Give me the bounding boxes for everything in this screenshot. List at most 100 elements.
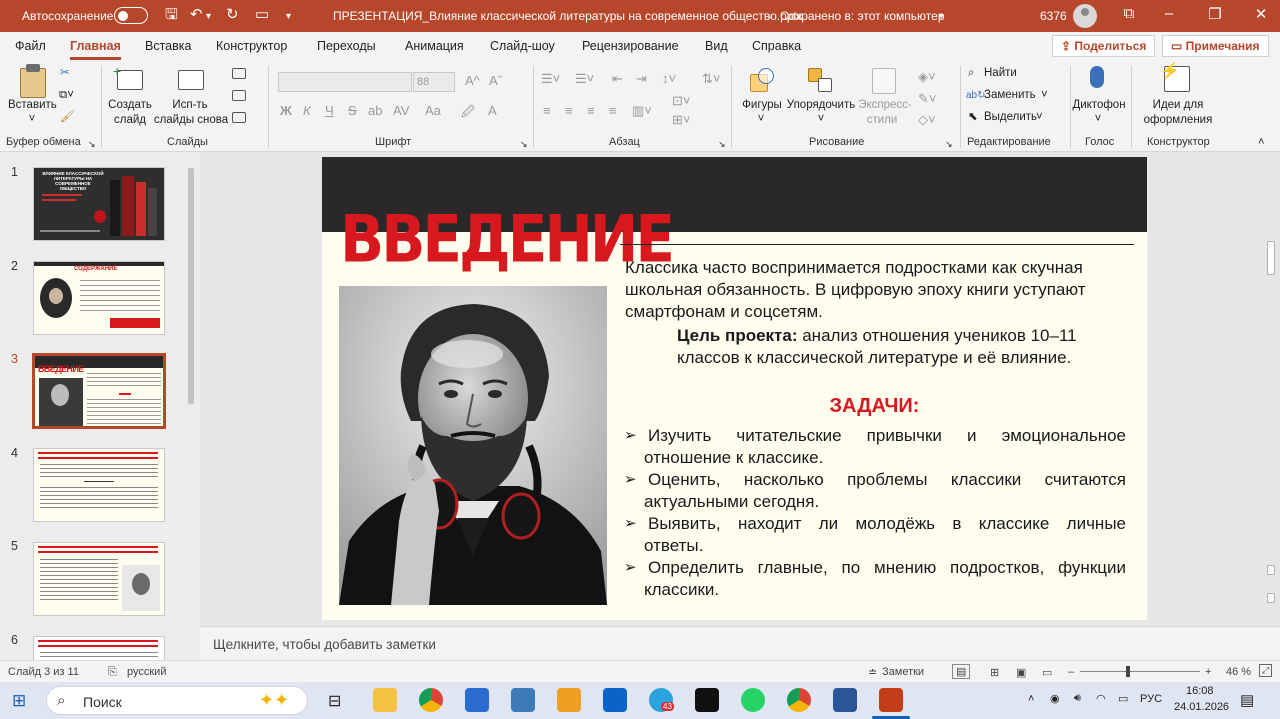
slide-thumbnail-2[interactable]: СОДЕРЖАНИЕ — [33, 261, 165, 335]
design-ideas-button[interactable]: Идеи для — [1142, 98, 1214, 113]
bullets-icon[interactable]: ☰˅ — [541, 71, 560, 87]
powerpoint-icon[interactable] — [879, 688, 903, 712]
tab-animations[interactable]: Анимация — [405, 39, 464, 53]
slide-thumbnail-3[interactable]: ВВЕДЕНИЕ — [32, 353, 166, 429]
replace-button[interactable]: Заменить — [984, 88, 1036, 103]
reuse-slides-icon[interactable] — [178, 70, 204, 90]
notes-placeholder[interactable]: Щелкните, чтобы добавить заметки — [213, 637, 436, 652]
zoom-out-icon[interactable]: – — [1068, 666, 1074, 678]
present-icon[interactable]: ▭ — [255, 6, 269, 24]
zoom-in-icon[interactable]: + — [1205, 666, 1211, 678]
collapse-ribbon-icon[interactable]: ˄ — [1258, 135, 1264, 150]
task-item-2[interactable]: ➢ Оценить, насколько проблемы классики с… — [624, 469, 1126, 513]
zoom-level[interactable]: 46 % — [1226, 666, 1251, 678]
ribbon-display-icon[interactable]: ⧉ — [1119, 5, 1139, 22]
portrait-image[interactable] — [339, 286, 607, 605]
find-icon[interactable]: ⌕ — [968, 66, 974, 81]
whatsapp-icon[interactable] — [741, 688, 765, 712]
microphone-icon[interactable] — [1090, 66, 1104, 88]
shapes-button[interactable]: Фигуры — [738, 98, 786, 113]
undo-dropdown-icon[interactable]: ▾ — [206, 8, 211, 26]
font-size-combo[interactable]: 88 — [413, 72, 455, 92]
highlight-icon[interactable]: 🖉 — [461, 103, 475, 125]
reading-view-icon[interactable]: ▣ — [1016, 666, 1026, 679]
fit-slide-icon[interactable]: ⤢ — [1259, 664, 1273, 677]
input-language[interactable]: РУС — [1140, 693, 1162, 705]
notifications-icon[interactable]: ▤ — [1240, 691, 1254, 709]
slide-thumbnail-1[interactable]: ВЛИЯНИЕ КЛАССИЧЕСКОЙ ЛИТЕРАТУРЫ НА СОВРЕ… — [33, 167, 165, 241]
increase-indent-icon[interactable]: ⇥ — [636, 71, 647, 87]
strikethrough-icon[interactable]: S — [348, 103, 357, 118]
italic-icon[interactable]: К — [303, 103, 311, 118]
proofing-icon[interactable]: ⎘ — [108, 666, 117, 679]
save-status[interactable]: Сохранено в: этот компьютер — [780, 9, 945, 23]
find-button[interactable]: Найти — [984, 66, 1017, 81]
notes-icon[interactable]: ≐ — [868, 666, 877, 679]
reuse-slides-button[interactable]: Исп-ть — [160, 98, 220, 113]
save-icon[interactable]: 🖫 — [165, 6, 178, 24]
maximize-icon[interactable]: ❐ — [1205, 5, 1225, 23]
wifi-icon[interactable]: ◠ — [1096, 692, 1106, 705]
notes-toggle-button[interactable]: Заметки — [882, 666, 924, 678]
word-icon[interactable] — [833, 688, 857, 712]
cut-icon[interactable]: ✂ — [60, 66, 70, 81]
slideshow-icon[interactable]: ▭ — [1042, 666, 1052, 679]
shape-effects-icon[interactable]: ◇˅ — [918, 112, 936, 128]
language-status[interactable]: русский — [127, 666, 166, 678]
clock-date[interactable]: 24.01.2026 — [1174, 701, 1229, 713]
notes-pane[interactable]: Щелкните, чтобы добавить заметки — [200, 626, 1280, 660]
editor-scrollbar[interactable] — [1266, 157, 1276, 619]
shadow-icon[interactable]: ab — [368, 103, 382, 118]
tab-file[interactable]: Файл — [15, 39, 46, 53]
decrease-indent-icon[interactable]: ⇤ — [612, 71, 623, 87]
arrange-button[interactable]: Упорядочить — [783, 98, 859, 113]
slide-title[interactable]: ВВЕДЕНИЕ — [340, 199, 675, 280]
sublime-icon[interactable] — [557, 688, 581, 712]
tray-app-icon[interactable]: ◉ — [1050, 692, 1060, 705]
align-left-icon[interactable]: ≡ — [543, 103, 551, 118]
shape-fill-icon[interactable]: ◈˅ — [918, 69, 936, 85]
shape-outline-icon[interactable]: ✎˅ — [918, 91, 936, 107]
text-direction-icon[interactable]: ⇅˅ — [702, 71, 720, 87]
volume-icon[interactable]: 🔊︎ — [1074, 692, 1081, 705]
share-button[interactable]: ⇪ Поделиться — [1052, 35, 1156, 57]
select-icon[interactable]: ⬉ — [968, 110, 978, 125]
save-status-chevron-icon[interactable]: ▾ — [939, 11, 944, 22]
python-icon[interactable] — [511, 688, 535, 712]
columns-icon[interactable]: ▥˅ — [632, 103, 652, 119]
tab-home[interactable]: Главная — [70, 39, 121, 60]
store-icon[interactable] — [465, 688, 489, 712]
align-right-icon[interactable]: ≡ — [587, 103, 595, 118]
outlook-icon[interactable] — [603, 688, 627, 712]
slide-thumbnail-6[interactable] — [33, 636, 165, 660]
increase-font-icon[interactable]: A^ — [465, 73, 480, 88]
tab-view[interactable]: Вид — [705, 39, 728, 53]
smartart-icon[interactable]: ⊞˅ — [672, 112, 690, 128]
slide-sorter-icon[interactable]: ⊞ — [990, 666, 999, 679]
normal-view-icon[interactable]: ▤ — [952, 664, 971, 679]
bold-icon[interactable]: Ж — [280, 103, 292, 118]
copy-icon[interactable]: ⧉˅ — [59, 88, 74, 103]
thumbnail-scrollbar[interactable] — [186, 158, 196, 656]
numbering-icon[interactable]: ☰˅ — [575, 71, 594, 87]
windows-start-icon[interactable]: ⊞ — [12, 691, 26, 711]
close-icon[interactable]: ✕ — [1251, 5, 1271, 23]
reset-icon[interactable] — [232, 90, 246, 101]
clock-time[interactable]: 16:08 — [1186, 685, 1214, 697]
chrome-profile-icon[interactable] — [787, 688, 811, 712]
customize-toolbar-icon[interactable]: ▾ — [286, 8, 291, 26]
quick-styles-button[interactable]: Экспресс- — [855, 98, 915, 113]
layout-icon[interactable] — [232, 68, 246, 79]
select-button[interactable]: Выделить — [984, 110, 1037, 125]
slide-thumbnail-4[interactable] — [33, 448, 165, 522]
section-icon[interactable] — [232, 112, 246, 123]
slide-thumbnail-5[interactable] — [33, 542, 165, 616]
dictate-button[interactable]: Диктофон — [1070, 98, 1128, 113]
notes-app-icon[interactable] — [695, 688, 719, 712]
chrome-icon[interactable] — [419, 688, 443, 712]
tab-slideshow[interactable]: Слайд-шоу — [490, 39, 555, 53]
paste-icon[interactable] — [20, 68, 46, 98]
char-spacing-icon[interactable]: AV — [393, 103, 409, 118]
tray-chevron-icon[interactable]: ˄ — [1028, 693, 1034, 705]
align-text-icon[interactable]: ⊡˅ — [672, 93, 690, 109]
